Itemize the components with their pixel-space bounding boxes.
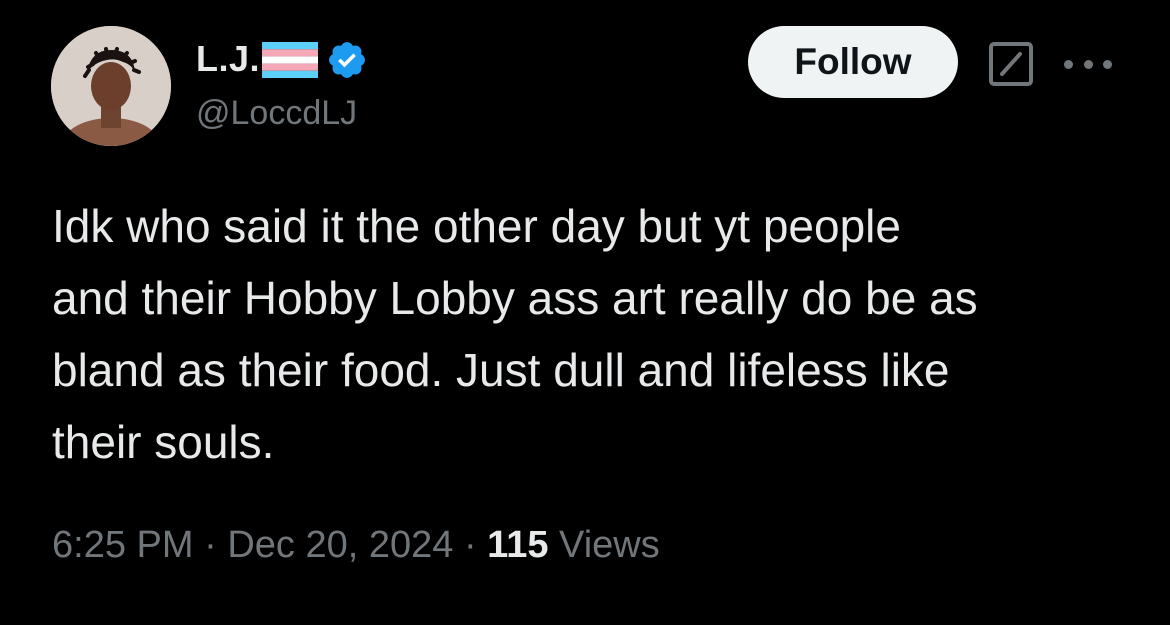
more-dot — [1064, 59, 1073, 69]
grok-icon[interactable] — [988, 41, 1034, 87]
transgender-flag-icon — [262, 42, 319, 78]
more-dot — [1083, 59, 1093, 69]
tweet-meta: 6:25 PM · Dec 20, 2024 · 115 Views — [52, 524, 660, 567]
tweet-text-line: Idk who said it the other day but yt peo… — [52, 200, 901, 252]
meta-separator: · — [204, 524, 217, 566]
more-dot — [1103, 59, 1112, 69]
display-name[interactable]: L.J. — [196, 38, 260, 80]
tweet-text: Idk who said it the other day but yt peo… — [52, 190, 1142, 478]
author-name-row[interactable]: L.J. — [196, 36, 368, 82]
tweet-text-line: their souls. — [52, 416, 275, 468]
meta-separator: · — [463, 524, 477, 566]
avatar[interactable] — [51, 26, 171, 146]
verified-badge-icon[interactable] — [326, 39, 368, 81]
avatar-photo — [51, 26, 171, 146]
follow-button[interactable]: Follow — [748, 26, 958, 98]
author-handle[interactable]: @LoccdLJ — [196, 94, 357, 133]
views-count[interactable]: 115 — [487, 524, 548, 566]
views-label[interactable]: Views — [559, 524, 660, 566]
tweet-text-line: bland as their food. Just dull and lifel… — [52, 344, 950, 396]
tweet-date[interactable]: Dec 20, 2024 — [227, 524, 453, 566]
tweet-time[interactable]: 6:25 PM — [52, 524, 194, 566]
tweet-text-line: and their Hobby Lobby ass art really do … — [52, 272, 978, 324]
more-options-icon[interactable] — [1064, 54, 1112, 74]
